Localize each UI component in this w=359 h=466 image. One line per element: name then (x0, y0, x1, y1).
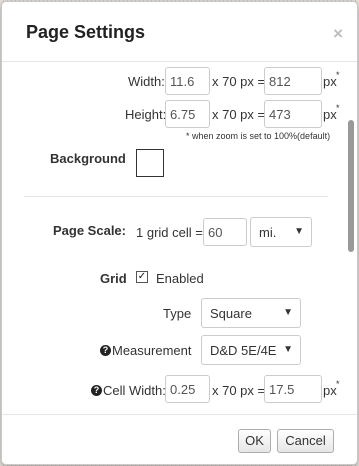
page-scale-text: 1 grid cell = (136, 225, 203, 240)
cell-width-asterisk: * (336, 379, 340, 389)
cell-width-label: Cell Width: (103, 383, 166, 398)
cell-width-unit: px (323, 383, 337, 398)
scrollbar-thumb[interactable] (348, 120, 354, 252)
measurement-value: D&D 5E/4E (210, 343, 277, 358)
help-icon[interactable]: ? (91, 385, 102, 396)
background-color-swatch[interactable] (136, 149, 164, 177)
cell-width-px-input[interactable] (264, 375, 322, 403)
scale-unit-select[interactable]: mi. ▼ (250, 217, 312, 247)
chevron-down-icon: ▼ (294, 226, 304, 237)
page-settings-dialog: Page Settings × Width: x 70 px = px * He… (1, 1, 358, 465)
scale-value-input[interactable] (203, 218, 247, 246)
height-unit: px (323, 107, 337, 122)
width-multiplier-text: x 70 px = (212, 74, 266, 89)
scrollbar[interactable] (347, 62, 355, 414)
dialog-footer: OK Cancel (2, 414, 357, 465)
section-divider (24, 196, 328, 197)
chevron-down-icon: ▼ (283, 307, 293, 318)
dialog-header: Page Settings × (2, 2, 357, 62)
cancel-button[interactable]: Cancel (277, 429, 334, 453)
grid-label: Grid (100, 271, 127, 286)
cell-width-cells-input[interactable] (165, 375, 210, 403)
height-cells-input[interactable] (165, 100, 210, 128)
dialog-title: Page Settings (26, 22, 146, 42)
scale-unit-value: mi. (259, 225, 277, 240)
grid-enabled-checkbox[interactable]: ✓ (136, 271, 148, 283)
width-px-input[interactable] (264, 67, 322, 95)
grid-type-select[interactable]: Square ▼ (201, 298, 301, 328)
zoom-note: * when zoom is set to 100%(default) (186, 131, 331, 141)
width-cells-input[interactable] (165, 67, 210, 95)
measurement-select[interactable]: D&D 5E/4E ▼ (201, 335, 301, 365)
height-label: Height: (125, 107, 167, 122)
cell-width-multiplier-text: x 70 px = (212, 383, 266, 398)
page-scale-label: Page Scale: (53, 223, 126, 238)
ok-button[interactable]: OK (238, 429, 271, 453)
height-px-input[interactable] (264, 100, 322, 128)
dialog-body: Width: x 70 px = px * Height: x 70 px = … (2, 62, 357, 414)
width-unit: px (323, 74, 337, 89)
width-asterisk: * (336, 70, 340, 80)
chevron-down-icon: ▼ (283, 344, 293, 355)
grid-type-value: Square (210, 306, 252, 321)
measurement-label: Measurement (112, 343, 192, 358)
height-asterisk: * (336, 103, 340, 113)
type-label: Type (163, 306, 192, 321)
help-icon[interactable]: ? (100, 345, 111, 356)
background-label: Background (50, 151, 126, 166)
grid-enabled-label: Enabled (156, 271, 204, 286)
close-icon[interactable]: × (333, 24, 343, 44)
height-multiplier-text: x 70 px = (212, 107, 266, 122)
width-label: Width: (128, 74, 165, 89)
